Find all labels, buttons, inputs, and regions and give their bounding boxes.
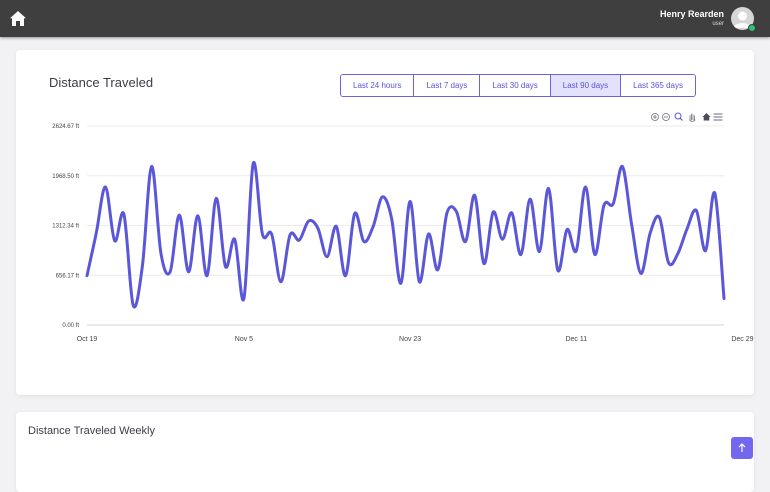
zoom-out-icon[interactable] [662,113,670,121]
distance-series-line [85,161,726,309]
x-tick-label: Oct 19 [77,336,98,343]
arrow-up-icon [738,443,746,452]
user-role: user [712,21,724,27]
reset-zoom-home-icon[interactable] [702,113,711,121]
distance-weekly-card: Distance Traveled Weekly [16,412,754,492]
chart-toolbar [651,112,723,122]
y-tick-label: 1312.34 ft [52,224,79,230]
y-tick-label: 0.00 ft [62,323,79,329]
x-tick-label: Dec 29 [731,336,753,343]
menu-icon[interactable] [713,113,723,121]
x-tick-label: Dec 11 [565,336,587,343]
x-axis-labels: Oct 19 Nov 5 Nov 23 Dec 11 Dec 29 [77,336,754,343]
y-tick-label: 2624.67 ft [52,124,79,130]
scroll-to-top-button[interactable] [731,437,753,459]
user-name: Henry Rearden [659,9,724,19]
selection-zoom-icon[interactable] [674,112,683,121]
x-tick-label: Nov 23 [399,336,421,343]
zoom-in-icon[interactable] [651,113,659,121]
distance-weekly-title: Distance Traveled Weekly [28,425,155,437]
top-navbar: Henry Rearden user [0,0,770,37]
y-tick-label: 656.17 ft [56,273,80,279]
y-tick-label: 1968.50 ft [52,174,79,180]
pan-hand-icon[interactable] [689,113,696,122]
y-axis-labels: 0.00 ft 656.17 ft 1312.34 ft 1968.50 ft 2624… [52,124,79,329]
home-icon[interactable] [10,11,26,26]
distance-chart: 0.00 ft 656.17 ft 1312.34 ft 1968.50 ft 2624… [52,112,754,343]
x-tick-label: Nov 5 [235,336,253,343]
online-status-dot [748,24,756,32]
